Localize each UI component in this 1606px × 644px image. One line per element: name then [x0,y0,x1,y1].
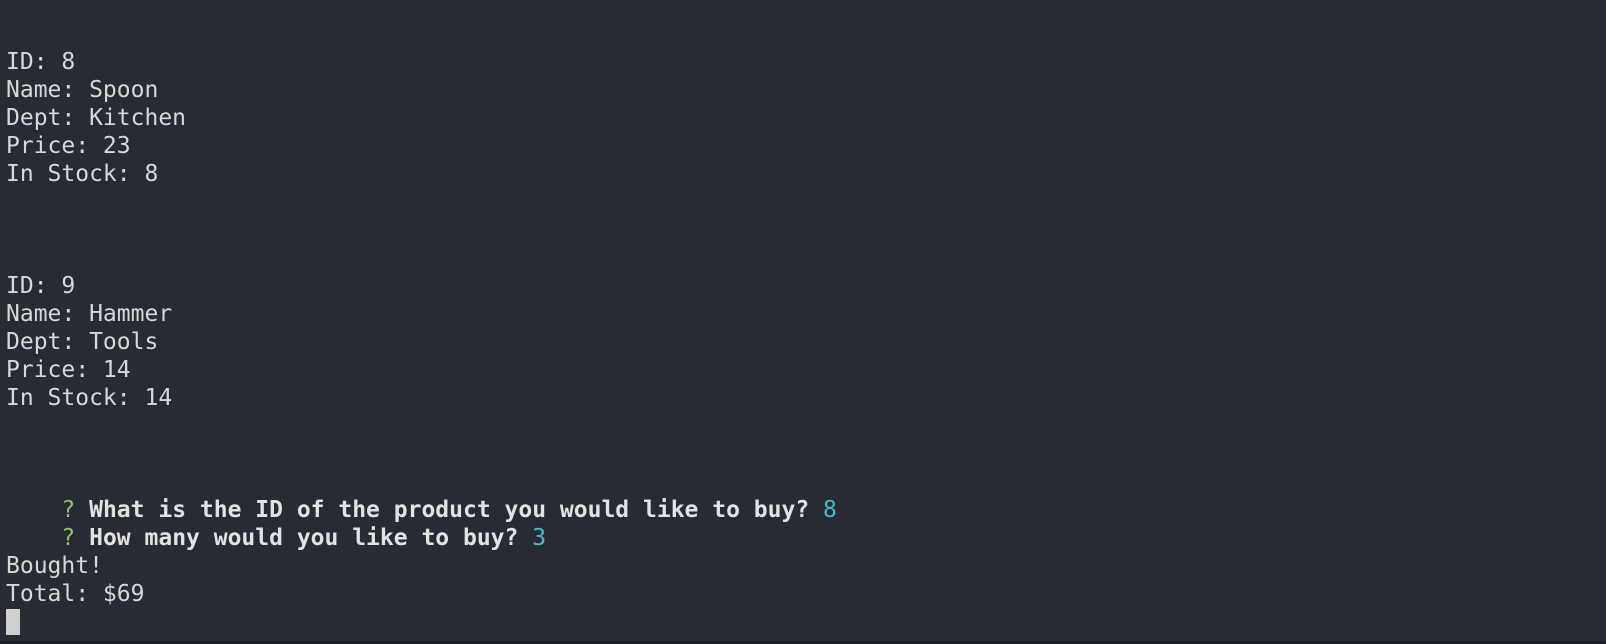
product-price-line: Price: 14 [6,357,131,383]
product-stock-line: In Stock: 8 [6,161,159,187]
product-id-line: ID: 9 [6,273,76,299]
product-id-line: ID: 8 [6,49,76,75]
product-dept-line: Dept: Tools [6,329,159,355]
prompt-quantity: ? How many would you like to buy? 3 [6,496,546,551]
prompt-mark: ? [61,525,76,551]
product-name-line: Name: Hammer [6,301,173,327]
purchase-status: Bought! [6,553,103,579]
prompt-question: How many would you like to buy? [89,525,519,551]
prompt-answer: 3 [532,525,547,551]
terminal-cursor[interactable] [6,609,20,635]
product-dept-line: Dept: Kitchen [6,105,187,131]
prompt-answer: 8 [823,497,837,523]
product-stock-line: In Stock: 14 [6,385,173,411]
product-name-line: Name: Spoon [6,77,159,103]
product-price-line: Price: 23 [6,133,131,159]
prompt-product-id: ? What is the ID of the product you woul… [6,468,837,523]
terminal-window[interactable]: ID: 8 Name: Spoon Dept: Kitchen Price: 2… [0,0,1606,644]
purchase-total: Total: $69 [6,581,145,607]
